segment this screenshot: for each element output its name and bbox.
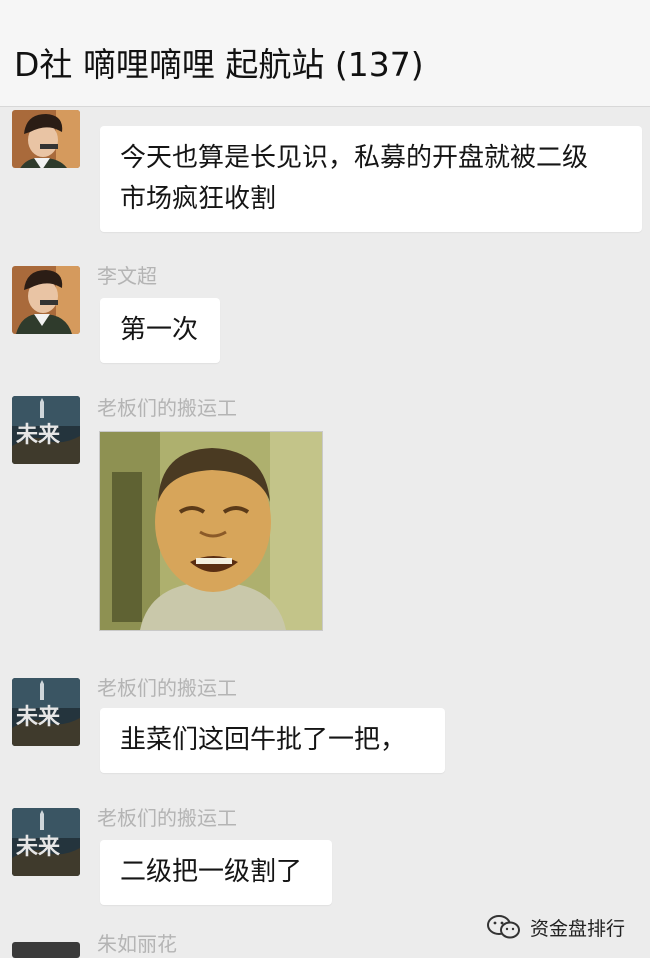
porter-avatar-icon: 未来 xyxy=(12,396,80,464)
message-item: 老板们的搬运工 未来 xyxy=(0,380,650,640)
porter-avatar-icon: 未来 xyxy=(12,678,80,746)
chat-header: D社 嘀哩嘀哩 起航站 (137) xyxy=(0,0,650,107)
avatar-porter[interactable]: 未来 xyxy=(12,808,80,876)
sender-name: 老板们的搬运工 xyxy=(97,396,237,420)
watermark: 资金盘排行 xyxy=(486,912,625,942)
message-bubble[interactable]: 第一次 xyxy=(100,298,220,363)
reporter-avatar-icon xyxy=(12,266,80,334)
svg-text:未来: 未来 xyxy=(16,834,61,860)
avatar-reporter[interactable] xyxy=(12,266,80,334)
wechat-official-account-icon xyxy=(487,915,520,939)
reporter-avatar-icon xyxy=(12,110,80,168)
svg-text:未来: 未来 xyxy=(16,422,61,448)
sender-name: 老板们的搬运工 xyxy=(97,676,237,700)
watermark-text: 资金盘排行 xyxy=(530,917,626,940)
message-text-line: 今天也算是长见识，私募的开盘就被二级 xyxy=(120,143,589,173)
crying-man-sticker-icon xyxy=(100,432,322,630)
message-item: 老板们的搬运工 未来 韭菜们这回牛批了一把， xyxy=(0,660,650,780)
message-text-line: 第一次 xyxy=(120,315,199,345)
message-text-line: 市场疯狂收割 xyxy=(120,184,277,214)
avatar-reporter[interactable] xyxy=(12,110,80,168)
avatar-porter[interactable]: 未来 xyxy=(12,678,80,746)
message-item: 李文超 第一次 xyxy=(0,250,650,363)
message-text-line: 韭菜们这回牛批了一把， xyxy=(120,725,407,755)
message-text-line: 二级把一级割了 xyxy=(120,857,303,887)
chat-title[interactable]: D社 嘀哩嘀哩 起航站 (137) xyxy=(14,38,424,86)
message-item: 今天也算是长见识，私募的开盘就被二级 市场疯狂收割 xyxy=(0,106,650,236)
sender-name: 朱如丽花 xyxy=(97,932,177,956)
message-bubble[interactable]: 今天也算是长见识，私募的开盘就被二级 市场疯狂收割 xyxy=(100,126,642,232)
sender-name: 老板们的搬运工 xyxy=(97,806,237,830)
sender-name: 李文超 xyxy=(97,264,157,288)
message-item: 老板们的搬运工 未来 二级把一级割了 xyxy=(0,790,650,910)
message-bubble[interactable]: 韭菜们这回牛批了一把， xyxy=(100,708,445,773)
crying-man-sticker[interactable] xyxy=(99,431,323,631)
avatar-porter[interactable]: 未来 xyxy=(12,396,80,464)
porter-avatar-icon: 未来 xyxy=(12,808,80,876)
avatar-partial[interactable] xyxy=(12,942,80,958)
svg-text:未来: 未来 xyxy=(16,704,61,730)
message-bubble[interactable]: 二级把一级割了 xyxy=(100,840,332,905)
